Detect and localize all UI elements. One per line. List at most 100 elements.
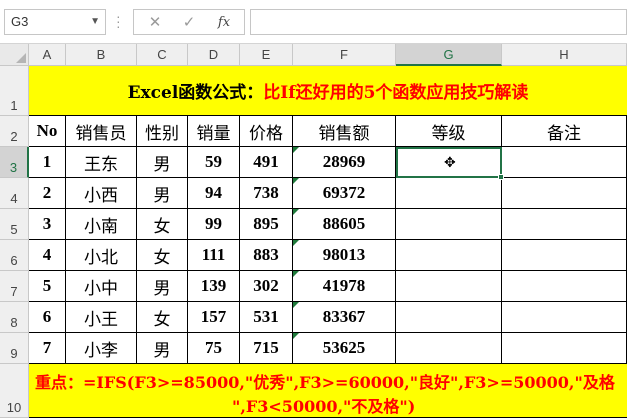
enter-icon[interactable]: ✓ — [178, 13, 200, 33]
cell-grade[interactable] — [396, 333, 502, 364]
cell-gender[interactable]: 女 — [137, 209, 188, 240]
column-header-b[interactable]: B — [66, 44, 137, 66]
error-indicator-icon — [293, 147, 299, 153]
cell-quantity[interactable]: 139 — [188, 271, 240, 302]
column-header-a[interactable]: A — [29, 44, 66, 66]
cell-salesperson[interactable]: 小北 — [66, 240, 137, 271]
column-header-h[interactable]: H — [502, 44, 627, 66]
cell-salesperson[interactable]: 小南 — [66, 209, 137, 240]
cell-no[interactable]: 6 — [29, 302, 66, 333]
header-cell-sales-amount[interactable]: 销售额 — [293, 116, 396, 147]
cell-no[interactable]: 1 — [29, 147, 66, 178]
cell-grade[interactable] — [396, 240, 502, 271]
header-cell-salesperson[interactable]: 销售员 — [66, 116, 137, 147]
insert-function-icon[interactable]: fx — [213, 13, 235, 33]
cell-sales-amount[interactable]: 98013 — [293, 240, 396, 271]
header-cell-remarks[interactable]: 备注 — [502, 116, 627, 147]
cell-quantity[interactable]: 75 — [188, 333, 240, 364]
cell-grade[interactable] — [396, 209, 502, 240]
drag-handle-icon[interactable]: · · · — [116, 9, 122, 33]
cell-price[interactable]: 491 — [240, 147, 293, 178]
cell-sales-amount[interactable]: 53625 — [293, 333, 396, 364]
header-cell-no[interactable]: No — [29, 116, 66, 147]
cell-price[interactable]: 895 — [240, 209, 293, 240]
row-number: 8 — [10, 315, 18, 330]
header-cell-price[interactable]: 价格 — [240, 116, 293, 147]
cell-remarks[interactable] — [502, 147, 627, 178]
cell-quantity[interactable]: 94 — [188, 178, 240, 209]
cell-grade[interactable] — [396, 271, 502, 302]
cell-remarks[interactable] — [502, 271, 627, 302]
name-box[interactable]: G3 ▼ — [4, 9, 106, 35]
cell-price[interactable]: 883 — [240, 240, 293, 271]
cell-quantity[interactable]: 157 — [188, 302, 240, 333]
cell-sales-amount[interactable]: 28969 — [293, 147, 396, 178]
cell-grade[interactable] — [396, 302, 502, 333]
cell-salesperson[interactable]: 小中 — [66, 271, 137, 302]
title-prefix: Excel函数公式： — [127, 83, 264, 103]
cell-salesperson[interactable]: 王东 — [66, 147, 137, 178]
cell-price[interactable]: 302 — [240, 271, 293, 302]
cell-sales-amount[interactable]: 88605 — [293, 209, 396, 240]
cell-gender[interactable]: 男 — [137, 271, 188, 302]
cell-salesperson[interactable]: 小李 — [66, 333, 137, 364]
cell-quantity[interactable]: 111 — [188, 240, 240, 271]
row-header-2[interactable]: 2 — [0, 116, 29, 147]
formula-note[interactable]: 重点：=IFS(F3>=85000,"优秀",F3>=60000,"良好",F3… — [29, 364, 627, 418]
cell-price[interactable]: 738 — [240, 178, 293, 209]
header-cell-grade[interactable]: 等级 — [396, 116, 502, 147]
row-header-4[interactable]: 4 — [0, 178, 29, 209]
row-number: 3 — [9, 160, 18, 175]
cell-cursor-icon: ✥ — [444, 155, 456, 171]
cell-salesperson[interactable]: 小王 — [66, 302, 137, 333]
note-line-2: ",F3<50000,"不及格") — [232, 397, 416, 416]
cell-sales-amount[interactable]: 69372 — [293, 178, 396, 209]
cell-price[interactable]: 715 — [240, 333, 293, 364]
cell-remarks[interactable] — [502, 333, 627, 364]
row-header-3[interactable]: 3 — [0, 147, 29, 178]
cell-grade[interactable] — [396, 178, 502, 209]
cell-no[interactable]: 5 — [29, 271, 66, 302]
cell-no[interactable]: 3 — [29, 209, 66, 240]
row-header-5[interactable]: 5 — [0, 209, 29, 240]
row-header-8[interactable]: 8 — [0, 302, 29, 333]
cell-gender[interactable]: 女 — [137, 302, 188, 333]
row-header-6[interactable]: 6 — [0, 240, 29, 271]
cell-salesperson[interactable]: 小西 — [66, 178, 137, 209]
cell-sales-amount[interactable]: 41978 — [293, 271, 396, 302]
cell-price[interactable]: 531 — [240, 302, 293, 333]
sheet-title[interactable]: Excel函数公式： 比If还好用的5个函数应用技巧解读 — [29, 66, 627, 116]
cell-no[interactable]: 2 — [29, 178, 66, 209]
cell-quantity[interactable]: 59 — [188, 147, 240, 178]
cell-no[interactable]: 7 — [29, 333, 66, 364]
column-header-c[interactable]: C — [137, 44, 188, 66]
note-line-1: 重点：=IFS(F3>=85000,"优秀",F3>=60000,"良好",F3… — [35, 373, 615, 392]
cell-no[interactable]: 4 — [29, 240, 66, 271]
cell-sales-amount[interactable]: 83367 — [293, 302, 396, 333]
cell-gender[interactable]: 女 — [137, 240, 188, 271]
cell-quantity[interactable]: 99 — [188, 209, 240, 240]
row-header-10[interactable]: 10 — [0, 364, 29, 418]
select-all-button[interactable] — [0, 44, 29, 66]
cell-gender[interactable]: 男 — [137, 178, 188, 209]
cell-gender[interactable]: 男 — [137, 333, 188, 364]
column-header-g[interactable]: G — [396, 44, 502, 66]
cell-remarks[interactable] — [502, 178, 627, 209]
row-header-1[interactable]: 1 — [0, 66, 29, 116]
column-header-e[interactable]: E — [240, 44, 293, 66]
row-header-9[interactable]: 9 — [0, 333, 29, 364]
header-cell-quantity[interactable]: 销量 — [188, 116, 240, 147]
error-indicator-icon — [293, 209, 299, 215]
column-header-d[interactable]: D — [188, 44, 240, 66]
cell-remarks[interactable] — [502, 209, 627, 240]
row-header-7[interactable]: 7 — [0, 271, 29, 302]
cell-remarks[interactable] — [502, 240, 627, 271]
error-indicator-icon — [293, 302, 299, 308]
header-cell-gender[interactable]: 性别 — [137, 116, 188, 147]
chevron-down-icon[interactable]: ▼ — [90, 10, 100, 34]
cell-gender[interactable]: 男 — [137, 147, 188, 178]
column-header-f[interactable]: F — [293, 44, 396, 66]
cell-remarks[interactable] — [502, 302, 627, 333]
cancel-icon[interactable]: ✕ — [144, 13, 166, 33]
formula-input[interactable] — [250, 9, 627, 35]
